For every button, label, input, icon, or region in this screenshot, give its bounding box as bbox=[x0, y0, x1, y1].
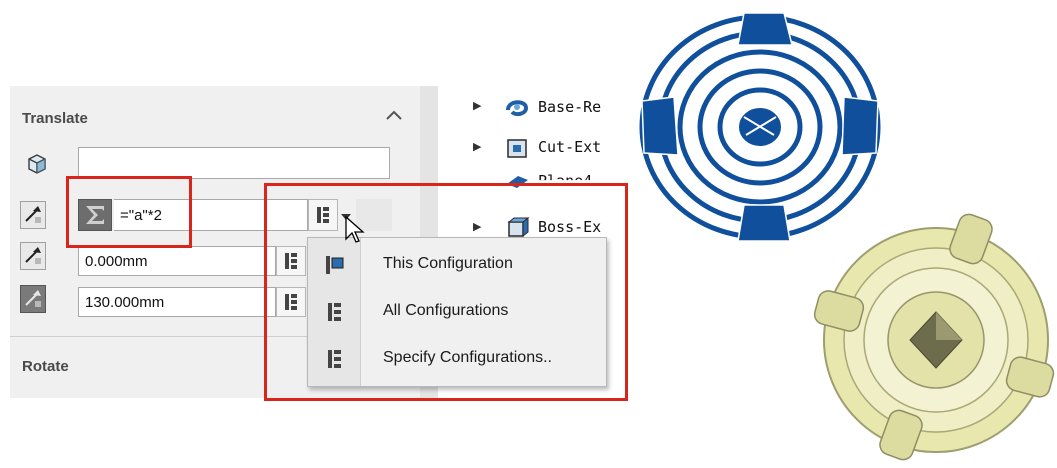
delta-x-icon bbox=[20, 201, 46, 229]
delta-y-icon bbox=[20, 242, 46, 270]
delta-y-field[interactable] bbox=[78, 246, 276, 276]
body-selection-icon bbox=[24, 151, 50, 177]
chevron-up-icon[interactable] bbox=[385, 108, 403, 126]
expand-arrow-icon[interactable]: ▶ bbox=[473, 140, 481, 153]
tree-item-label[interactable]: Cut-Ext bbox=[538, 138, 601, 156]
tree-item-label[interactable]: Base-Re bbox=[538, 98, 601, 116]
cut-extrude-icon bbox=[504, 135, 530, 161]
configuration-highlight-box bbox=[264, 183, 628, 401]
revolve-feature-icon bbox=[504, 94, 530, 120]
bodies-to-move-field[interactable] bbox=[78, 147, 390, 179]
wireframe-part-graphic bbox=[634, 5, 886, 245]
delta-z-icon bbox=[20, 285, 46, 313]
translate-section-title: Translate bbox=[22, 110, 88, 127]
delta-z-field[interactable] bbox=[78, 287, 276, 317]
rotate-section-title[interactable]: Rotate bbox=[22, 358, 69, 375]
expand-arrow-icon[interactable]: ▶ bbox=[473, 99, 481, 112]
shaded-part-graphic bbox=[812, 212, 1057, 463]
equation-highlight-box bbox=[66, 176, 192, 248]
